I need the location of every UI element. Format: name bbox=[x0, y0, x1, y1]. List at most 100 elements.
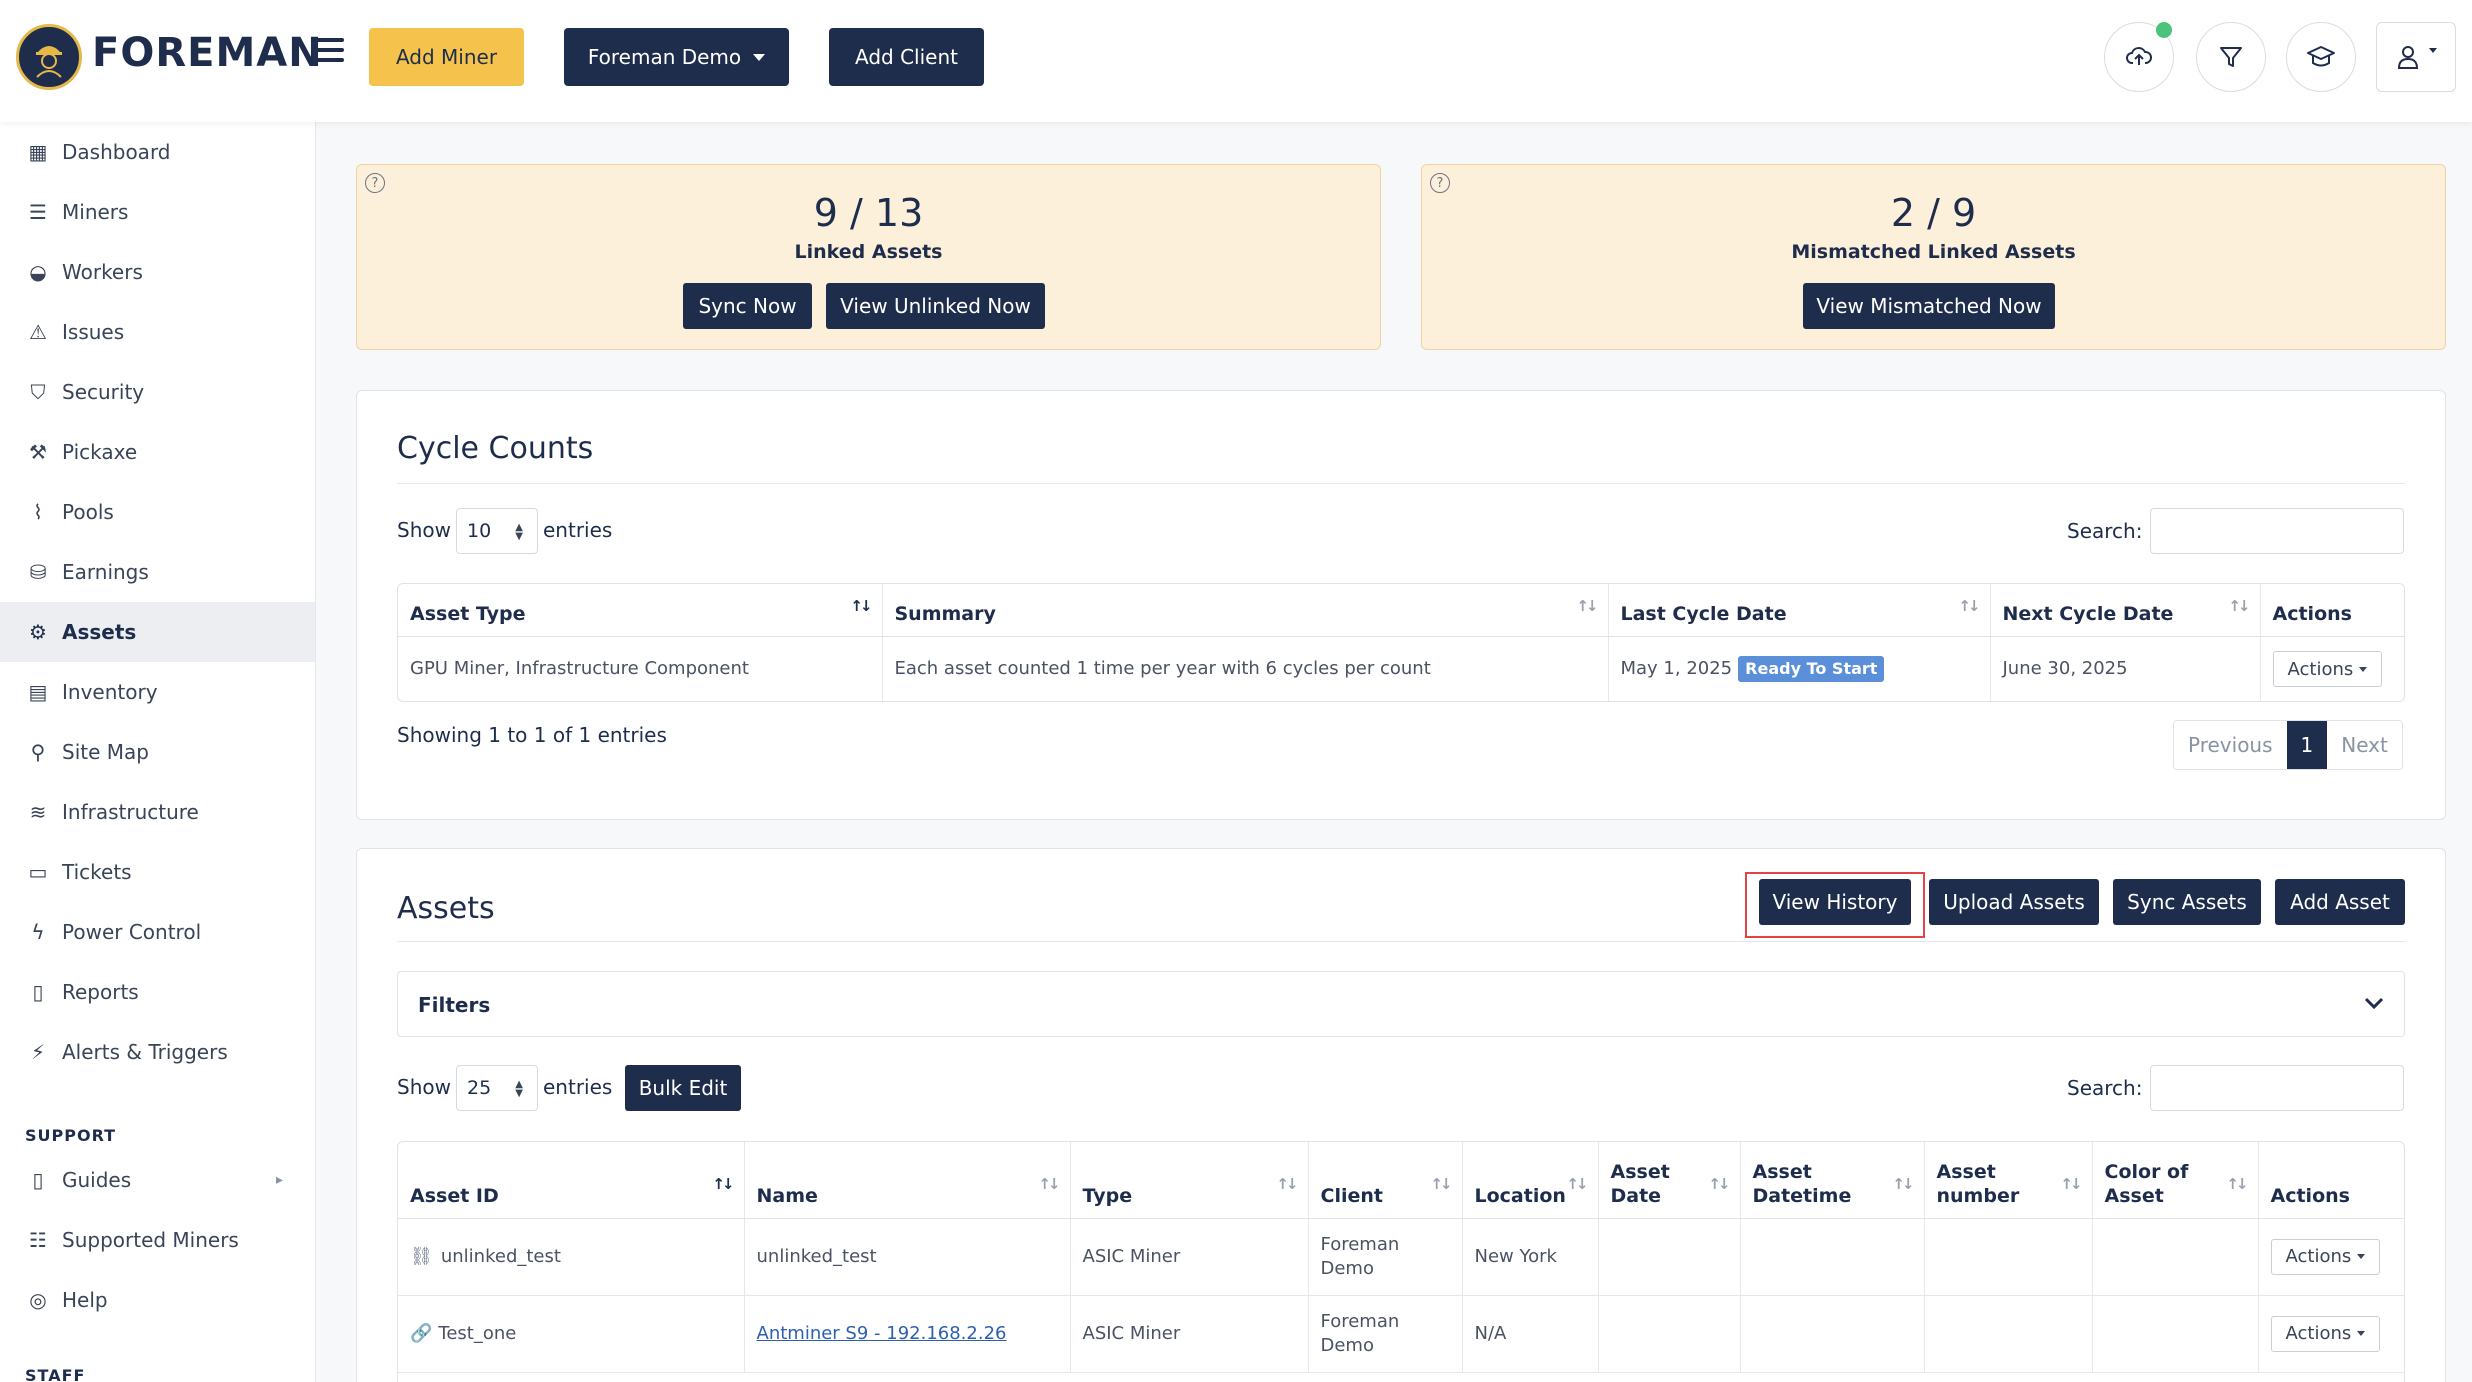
sidebar-item-assets[interactable]: ⚙ Assets bbox=[0, 602, 315, 662]
sidebar-item-earnings[interactable]: ⛁ Earnings bbox=[0, 542, 315, 602]
foreman-logo-icon[interactable] bbox=[16, 24, 82, 90]
cell: unlinked_test bbox=[744, 1218, 1071, 1296]
actions-dropdown[interactable]: Actions bbox=[2270, 1315, 2381, 1352]
ticket-icon: ▭ bbox=[28, 860, 48, 884]
sort-icon[interactable]: ↑↓ bbox=[2060, 1172, 2082, 1196]
sidebar-item-label: Pools bbox=[62, 500, 114, 524]
sidebar-item-guides[interactable]: ▯ Guides ▸ bbox=[0, 1150, 315, 1210]
previous-page-button[interactable]: Previous bbox=[2174, 721, 2287, 769]
column-header[interactable]: Asset ID ↑↓ bbox=[398, 1142, 745, 1219]
sidebar-item-help[interactable]: ◎ Help bbox=[0, 1270, 315, 1330]
inventory-icon: ▤ bbox=[28, 680, 48, 704]
column-header[interactable]: Summary ↑↓ bbox=[882, 584, 1609, 637]
view-history-button[interactable]: View History bbox=[1759, 879, 1911, 925]
sidebar-item-label: Pickaxe bbox=[62, 440, 138, 464]
help-icon[interactable]: ? bbox=[365, 173, 385, 193]
assets-search-input[interactable] bbox=[2150, 1065, 2404, 1111]
sidebar-item-label: Security bbox=[62, 380, 145, 404]
sidebar-item-issues[interactable]: ⚠ Issues bbox=[0, 302, 315, 362]
miner-link[interactable]: Antminer S9 - 192.168.2.26 bbox=[757, 1323, 1007, 1344]
column-header[interactable]: Type ↑↓ bbox=[1070, 1142, 1309, 1219]
sort-icon[interactable]: ↑↓ bbox=[1038, 1172, 1060, 1196]
org-select-button[interactable]: Foreman Demo bbox=[564, 28, 789, 86]
cycle-search-input[interactable] bbox=[2150, 508, 2404, 554]
sync-assets-button[interactable]: Sync Assets bbox=[2113, 879, 2261, 925]
show-label: Show bbox=[397, 1075, 451, 1099]
cell: June 30, 2025 bbox=[1990, 636, 2261, 701]
sort-icon[interactable]: ↑↓ bbox=[1892, 1172, 1914, 1196]
column-header[interactable]: Next Cycle Date ↑↓ bbox=[1990, 584, 2261, 637]
cloud-upload-icon bbox=[2126, 47, 2152, 65]
pools-icon: ⌇ bbox=[33, 500, 43, 524]
sort-icon[interactable]: ↑↓ bbox=[1566, 1172, 1588, 1196]
sort-icon[interactable]: ↑↓ bbox=[1576, 594, 1598, 618]
column-header[interactable]: Asset Type ↑↓ bbox=[398, 584, 883, 637]
sort-icon[interactable]: ↑↓ bbox=[2228, 594, 2250, 618]
table-row: 🔗 Test_one Antminer S9 - 192.168.2.26 ASI… bbox=[398, 1295, 2404, 1373]
sidebar-item-pools[interactable]: ⌇ Pools bbox=[0, 482, 315, 542]
add-client-button[interactable]: Add Client bbox=[829, 28, 984, 86]
sort-icon[interactable]: ↑↓ bbox=[1276, 1172, 1298, 1196]
chevron-down-icon[interactable] bbox=[2364, 996, 2384, 1010]
warning-icon: ⚠ bbox=[29, 320, 47, 344]
sidebar-item-workers[interactable]: ◒ Workers bbox=[0, 242, 315, 302]
sidebar-item-dashboard[interactable]: ▦ Dashboard bbox=[0, 122, 315, 182]
sidebar-item-power-control[interactable]: ϟ Power Control bbox=[0, 902, 315, 962]
help-icon: ◎ bbox=[29, 1288, 47, 1312]
assets-page-size-select[interactable]: 25 ▲ ▼ bbox=[456, 1065, 538, 1111]
entries-label: entries bbox=[543, 518, 613, 542]
sidebar-item-inventory[interactable]: ▤ Inventory bbox=[0, 662, 315, 722]
sidebar-item-alerts-triggers[interactable]: ⚡ Alerts & Triggers bbox=[0, 1022, 315, 1082]
column-header[interactable]: Asset Date ↑↓ bbox=[1598, 1142, 1741, 1219]
sort-icon[interactable]: ↑↓ bbox=[1430, 1172, 1452, 1196]
column-header[interactable]: Color of Asset ↑↓ bbox=[2092, 1142, 2259, 1219]
view-mismatched-button[interactable]: View Mismatched Now bbox=[1803, 283, 2055, 329]
sidebar-item-reports[interactable]: ▯ Reports bbox=[0, 962, 315, 1022]
actions-dropdown[interactable]: Actions bbox=[2272, 651, 2383, 687]
cycle-counts-table: Asset Type ↑↓ Summary ↑↓ Last Cycle Date ↑↓… bbox=[397, 583, 2405, 702]
table-row: ⛓ unlinked_test unlinked_test ASIC Miner … bbox=[398, 1218, 2404, 1296]
linked-assets-label: Linked Assets bbox=[794, 241, 943, 263]
view-unlinked-button[interactable]: View Unlinked Now bbox=[826, 283, 1045, 329]
actions-dropdown[interactable]: Actions bbox=[2270, 1238, 2381, 1275]
sort-icon[interactable]: ↑↓ bbox=[1708, 1172, 1730, 1196]
add-asset-button[interactable]: Add Asset bbox=[2275, 879, 2405, 925]
academy-button[interactable] bbox=[2286, 22, 2356, 92]
filters-panel[interactable]: Filters bbox=[397, 971, 2405, 1037]
page-1-button[interactable]: 1 bbox=[2286, 721, 2328, 769]
sort-icon[interactable]: ↑↓ bbox=[2226, 1172, 2248, 1196]
filter-button[interactable] bbox=[2196, 22, 2266, 92]
sort-icon[interactable]: ↑↓ bbox=[1958, 594, 1980, 618]
sidebar-item-supported-miners[interactable]: ☷ Supported Miners bbox=[0, 1210, 315, 1270]
column-header[interactable]: Name ↑↓ bbox=[744, 1142, 1071, 1219]
sidebar-item-label: Help bbox=[62, 1288, 108, 1312]
sidebar-item-infrastructure[interactable]: ≋ Infrastructure bbox=[0, 782, 315, 842]
cycle-page-size-select[interactable]: 10 ▲ ▼ bbox=[456, 508, 538, 554]
next-page-button[interactable]: Next bbox=[2327, 721, 2402, 769]
column-header[interactable]: Last Cycle Date ↑↓ bbox=[1608, 584, 1991, 637]
sort-icon[interactable]: ↑↓ bbox=[712, 1172, 734, 1196]
sidebar-item-miners[interactable]: ☰ Miners bbox=[0, 182, 315, 242]
menu-toggle-icon[interactable] bbox=[314, 38, 344, 68]
column-header[interactable]: Location ↑↓ bbox=[1462, 1142, 1599, 1219]
sort-arrows-icon: ▲ ▼ bbox=[515, 522, 523, 542]
column-header: Actions bbox=[2258, 1142, 2404, 1219]
help-icon[interactable]: ? bbox=[1430, 173, 1450, 193]
sidebar-item-pickaxe[interactable]: ⚒ Pickaxe bbox=[0, 422, 315, 482]
upload-assets-button[interactable]: Upload Assets bbox=[1929, 879, 2099, 925]
add-miner-button[interactable]: Add Miner bbox=[369, 28, 524, 86]
sort-icon[interactable]: ↑↓ bbox=[850, 594, 872, 618]
column-header[interactable]: Asset number ↑↓ bbox=[1924, 1142, 2093, 1219]
cell: Each asset counted 1 time per year with … bbox=[882, 636, 1609, 701]
cycle-counts-title: Cycle Counts bbox=[397, 431, 594, 466]
sidebar-item-security[interactable]: ⛉ Security bbox=[0, 362, 315, 422]
sidebar-item-site-map[interactable]: ⚲ Site Map bbox=[0, 722, 315, 782]
column-header[interactable]: Asset Datetime ↑↓ bbox=[1740, 1142, 1925, 1219]
sidebar-item-tickets[interactable]: ▭ Tickets bbox=[0, 842, 315, 902]
unlink-icon: ⛓ bbox=[410, 1245, 433, 1267]
bulk-edit-button[interactable]: Bulk Edit bbox=[625, 1065, 741, 1111]
brand-name[interactable]: FOREMAN bbox=[92, 30, 323, 76]
user-menu-button[interactable] bbox=[2376, 22, 2456, 92]
column-header[interactable]: Client ↑↓ bbox=[1308, 1142, 1463, 1219]
sync-now-button[interactable]: Sync Now bbox=[683, 283, 812, 329]
